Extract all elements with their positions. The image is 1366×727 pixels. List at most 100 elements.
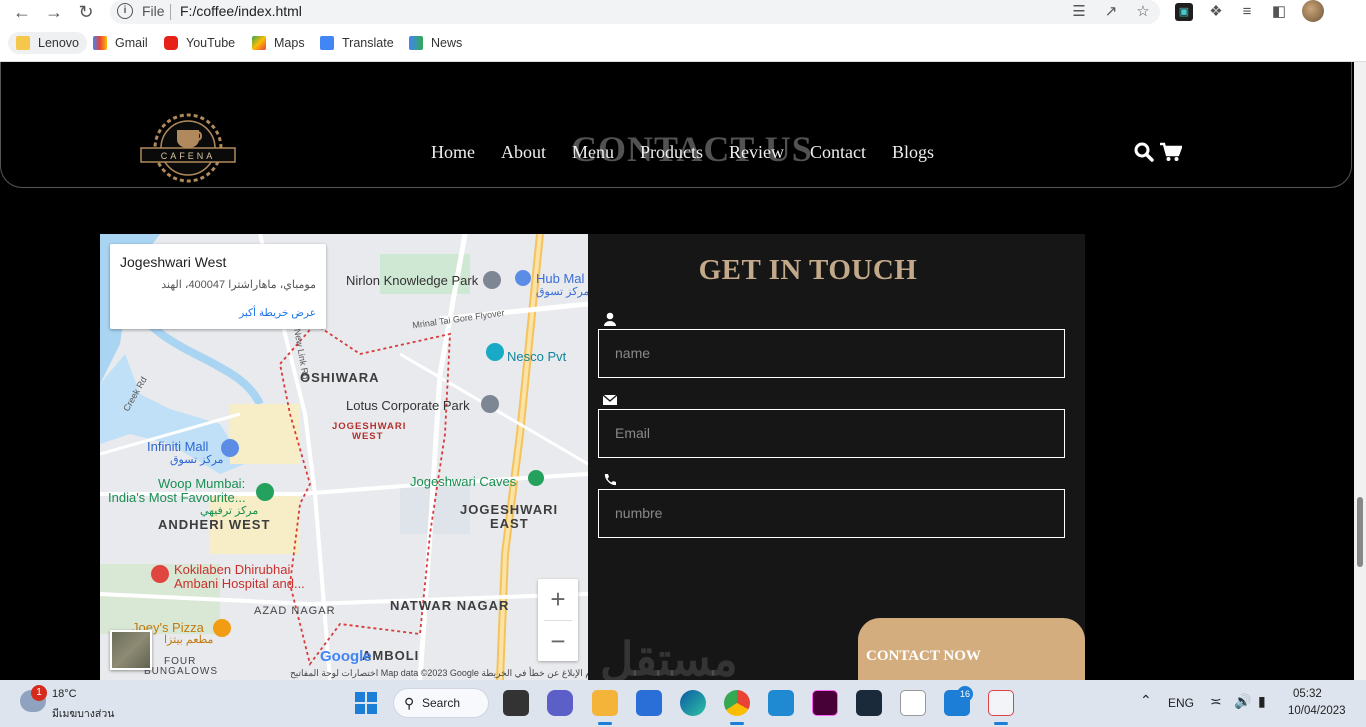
store-icon[interactable] [636,690,662,716]
contact-now-button[interactable]: CONTACT NOW [858,618,1085,680]
map-footer: اختصارات لوحة المفاتيح Map data ©2023 Go… [290,668,588,678]
bookmark-label: News [431,36,463,50]
profile-avatar[interactable] [1302,0,1324,22]
taskbar-search[interactable]: ⚲ Search [393,688,489,718]
site-info-icon[interactable]: i [117,3,133,19]
name-field[interactable]: name [598,329,1065,378]
bookmark-lenovo[interactable]: Lenovo [8,32,88,54]
weather-temperature[interactable]: 18°C [52,688,77,700]
forward-icon[interactable]: → [44,2,64,22]
map-label[interactable]: Infiniti Mall [147,439,208,454]
vscode-icon[interactable] [768,690,794,716]
translate-icon [320,36,334,50]
bookmark-star-icon[interactable]: ☆ [1134,3,1152,21]
nav-products[interactable]: Products [640,142,703,163]
map-label[interactable]: Nesco Pvt [507,349,566,364]
header-icons [1134,142,1182,162]
translate-page-icon[interactable]: ☰ [1070,3,1088,21]
email-field[interactable]: Email [598,409,1065,458]
chevron-up-icon[interactable]: ⌃ [1140,692,1152,709]
satellite-toggle[interactable] [110,630,152,670]
start-button[interactable] [355,692,377,714]
language-indicator[interactable]: ENG [1168,696,1194,710]
weather-status[interactable]: มีเมฆบางส่วน [52,705,114,722]
weather-alert-badge: 1 [31,685,47,701]
url-text[interactable]: F:/coffee/index.html [180,3,302,19]
map-label[interactable]: Kokilaben Dhirubhai [174,562,290,577]
bookmark-label: Maps [274,36,305,50]
teams-chat-icon[interactable] [547,690,573,716]
nav-about[interactable]: About [501,142,546,163]
extension-icon[interactable]: ▣ [1175,3,1193,21]
bookmark-news[interactable]: News [409,32,462,54]
search-icon[interactable] [1134,142,1154,162]
map-label: NATWAR NAGAR [390,598,510,613]
map-label: WEST [352,431,384,442]
nav-menu[interactable]: Menu [572,142,614,163]
bookmark-youtube[interactable]: YouTube [164,32,235,54]
windows-logo-tile [355,704,365,714]
volume-icon[interactable]: 🔊 [1234,693,1251,710]
share-icon[interactable]: ↗ [1102,3,1120,21]
scrollbar-thumb[interactable] [1357,497,1363,567]
back-icon[interactable]: ← [12,2,32,22]
edge-icon[interactable] [680,690,706,716]
active-indicator [730,722,744,725]
clock-date[interactable]: 10/04/2023 [1288,705,1346,717]
bookmark-label: Gmail [115,36,148,50]
snipping-tool-icon[interactable] [988,690,1014,716]
map-label: Ambani Hospital and... [174,576,305,591]
map-label[interactable]: Hub Mal [536,271,584,286]
map-place-card: Jogeshwari West مومباي، ماهاراشترا 40004… [110,244,326,329]
map-label: EAST [490,516,529,531]
reload-icon[interactable]: ↻ [76,2,96,22]
bookmark-maps[interactable]: Maps [252,32,305,54]
nav-review[interactable]: Review [729,142,784,163]
app-icon[interactable] [856,690,882,716]
nav-blogs[interactable]: Blogs [892,142,934,163]
map-label: مطعم بيتزا [164,634,214,646]
chrome-icon[interactable] [724,690,750,716]
map-label[interactable]: Lotus Corporate Park [346,398,470,413]
side-panel-icon[interactable]: ◧ [1270,3,1288,21]
view-larger-map-link[interactable]: عرض خريطة أكبر [239,307,316,319]
bookmark-translate[interactable]: Translate [320,32,394,54]
nav-home[interactable]: Home [431,142,475,163]
map-label[interactable]: Jogeshwari Caves [410,474,516,489]
clock-time[interactable]: 05:32 [1293,688,1322,700]
bookmark-label: Lenovo [38,36,80,50]
file-explorer-icon[interactable] [592,690,618,716]
bookmark-gmail[interactable]: Gmail [93,32,148,54]
site-header: CAFENA CONTACT US Home About Menu Produc… [0,62,1352,188]
windows-logo-tile [367,692,377,702]
map-label: BUNGALOWS [144,666,219,677]
cart-icon[interactable] [1160,142,1182,162]
map-zoom-controls: + − [538,579,578,661]
media-control-icon[interactable]: ≡ [1238,3,1256,21]
map-label: ANDHERI WEST [158,517,271,532]
zoom-out-button[interactable]: − [538,621,578,662]
capcut-icon[interactable] [900,690,926,716]
contact-form: GET IN TOUCH name Email numbre CONTACT N… [588,234,1085,680]
active-indicator [598,722,612,725]
extensions-puzzle-icon[interactable]: ❖ [1207,3,1225,21]
page-scrollbar[interactable] [1354,62,1366,680]
wifi-icon[interactable]: ≍ [1210,693,1222,710]
adobe-xd-icon[interactable] [812,690,838,716]
map-label[interactable]: Woop Mumbai: [158,476,245,491]
task-view-icon[interactable] [503,690,529,716]
file-label: File [142,3,165,19]
cafena-logo[interactable]: CAFENA [139,108,237,188]
battery-icon[interactable]: ▮ [1258,693,1266,710]
number-field[interactable]: numbre [598,489,1065,538]
zoom-in-button[interactable]: + [538,579,578,620]
embedded-map[interactable]: Jogeshwari West مومباي، ماهاراشترا 40004… [100,234,588,680]
map-label[interactable]: Nirlon Knowledge Park [346,273,478,288]
nav-contact[interactable]: Contact [810,142,866,163]
windows-taskbar: 1 18°C มีเมฆบางส่วน ⚲ Search 16 ⌃ ENG ≍ … [0,680,1366,727]
notification-badge: 16 [957,686,973,702]
windows-logo-tile [367,704,377,714]
folder-icon [16,36,30,50]
search-icon: ⚲ [404,695,415,711]
google-logo: Google [320,648,372,665]
